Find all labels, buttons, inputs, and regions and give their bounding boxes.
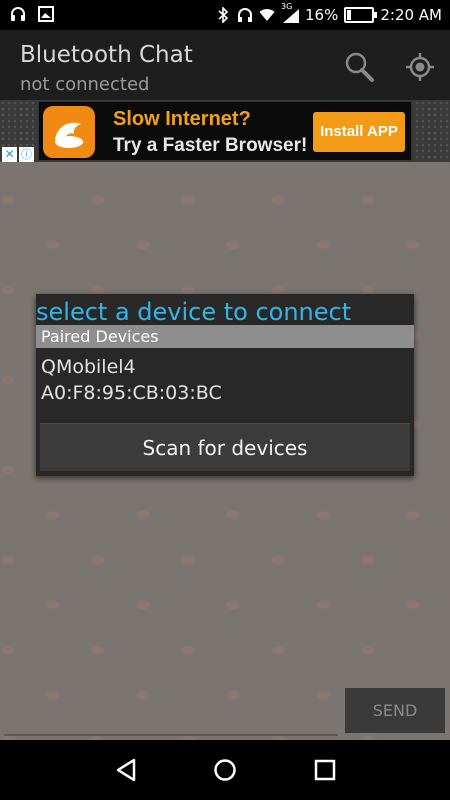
clock: 2:20 AM xyxy=(380,6,442,24)
battery-icon xyxy=(344,7,378,23)
ad-banner[interactable]: Slow Internet? Try a Faster Browser! Ins… xyxy=(38,101,412,161)
signal-icon: 3G xyxy=(281,2,299,23)
search-icon[interactable] xyxy=(342,50,376,84)
device-name: QMobilel4 xyxy=(41,356,136,378)
image-icon xyxy=(38,6,54,22)
headset-icon xyxy=(11,7,25,21)
install-app-button[interactable]: Install APP xyxy=(313,112,405,152)
battery-percent: 16% xyxy=(305,6,339,24)
device-picker-dialog: select a device to connect Paired Device… xyxy=(36,294,414,476)
signal-bars-icon xyxy=(283,9,299,23)
wifi-icon xyxy=(259,9,275,21)
ad-subline: Try a Faster Browser! xyxy=(113,135,308,156)
ad-banner-strip: Slow Internet? Try a Faster Browser! Ins… xyxy=(0,100,450,162)
message-input[interactable] xyxy=(4,734,338,736)
ad-headline: Slow Internet? xyxy=(113,108,251,130)
dialog-title: select a device to connect xyxy=(36,298,352,326)
status-bar: 3G 16% 2:20 AM xyxy=(0,0,450,30)
scan-for-devices-button[interactable]: Scan for devices xyxy=(40,423,410,471)
recents-icon[interactable] xyxy=(311,756,339,784)
action-bar: Bluetooth Chat not connected xyxy=(0,30,450,100)
back-icon[interactable] xyxy=(112,756,140,784)
location-target-icon[interactable] xyxy=(403,50,437,84)
browser-logo-icon xyxy=(43,106,95,158)
status-bar-right: 3G 16% 2:20 AM xyxy=(215,2,442,24)
list-item[interactable]: QMobilel4 A0:F8:95:CB:03:BC xyxy=(41,354,409,406)
device-address: A0:F8:95:CB:03:BC xyxy=(41,382,222,404)
paired-devices-header: Paired Devices xyxy=(36,325,414,348)
home-icon[interactable] xyxy=(211,756,239,784)
headphones-icon xyxy=(238,8,252,22)
app-title: Bluetooth Chat xyxy=(20,42,193,68)
ad-info-icon[interactable]: ⓘ xyxy=(19,147,34,162)
connection-status: not connected xyxy=(20,74,150,95)
status-bar-left xyxy=(10,6,54,22)
navigation-bar xyxy=(0,740,450,800)
send-button[interactable]: SEND xyxy=(345,688,445,733)
bluetooth-icon xyxy=(218,7,229,23)
ad-close-icon[interactable]: ✕ xyxy=(2,147,17,162)
